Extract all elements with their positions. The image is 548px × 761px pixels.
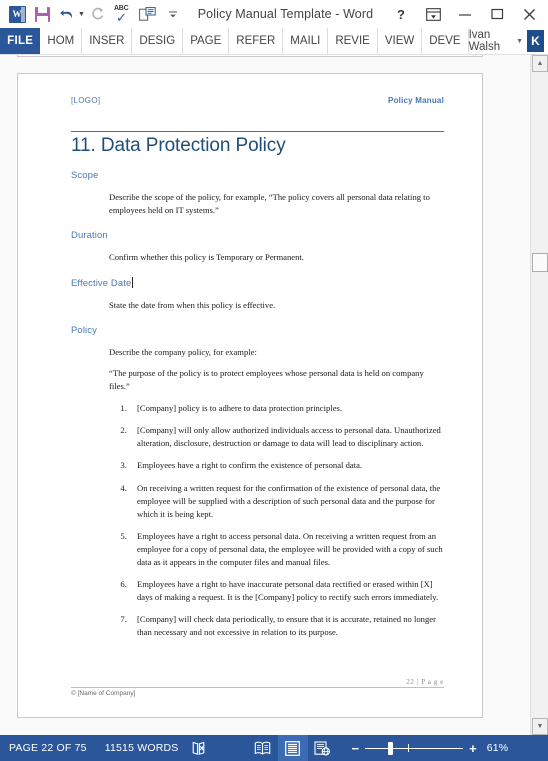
section-heading-effective-date-text: Effective Date: [71, 278, 132, 290]
read-mode-view-button[interactable]: [248, 735, 278, 761]
zoom-out-button[interactable]: −: [352, 742, 360, 755]
ribbon-display-options-icon[interactable]: [418, 2, 448, 26]
word-count[interactable]: 11515 WORDS: [96, 742, 188, 754]
policy-numbered-list: [Company] policy is to adhere to data pr…: [129, 402, 444, 639]
tab-file[interactable]: FILE: [0, 28, 41, 54]
document-footer: 22 | P a g e © [Name of Company]: [71, 678, 444, 697]
section-heading-scope: Scope: [71, 169, 99, 181]
zoom-slider-track: [365, 748, 464, 749]
footer-page-number: 22 | P a g e: [406, 678, 444, 686]
customize-quick-access-icon[interactable]: [161, 2, 185, 26]
previous-page-edge: [17, 55, 483, 57]
avatar[interactable]: K: [527, 30, 544, 52]
section-heading-policy: Policy: [71, 325, 97, 337]
tab-page-layout[interactable]: PAGE: [183, 28, 230, 54]
document-canvas: [LOGO] Policy Manual 11. Data Protection…: [0, 55, 530, 735]
footer-company: © [Name of Company]: [71, 690, 136, 697]
zoom-level[interactable]: 61%: [477, 742, 509, 754]
scroll-down-icon[interactable]: ▼: [532, 718, 548, 735]
scroll-up-icon[interactable]: ▲: [532, 55, 548, 72]
page-title: 11. Data Protection Policy: [71, 135, 286, 156]
section-body-duration: Confirm whether this policy is Temporary…: [109, 251, 304, 262]
undo-dropdown-caret[interactable]: ▼: [78, 11, 85, 18]
tab-mailings[interactable]: MAILI: [283, 28, 329, 54]
list-item: [Company] will check data periodically, …: [129, 613, 444, 639]
proofing-errors-icon[interactable]: [188, 735, 214, 761]
account-dropdown-caret[interactable]: ▼: [516, 38, 523, 45]
view-buttons-group: [248, 735, 338, 761]
section-body-effective-date: State the date from when this policy is …: [109, 300, 276, 311]
tab-developer[interactable]: DEVE: [422, 28, 469, 54]
page-indicator[interactable]: PAGE 22 OF 75: [0, 742, 96, 754]
word-app-icon-letter: W: [12, 8, 22, 19]
spelling-icon[interactable]: ABC ✓: [111, 2, 135, 26]
tab-design[interactable]: DESIG: [132, 28, 184, 54]
account-area: Ivan Walsh ▼ K: [469, 28, 548, 54]
window-title: Policy Manual Template - Word: [197, 7, 374, 21]
print-layout-view-button[interactable]: [277, 735, 308, 761]
section-heading-duration: Duration: [71, 229, 108, 241]
zoom-control: − +: [352, 741, 477, 755]
tab-review[interactable]: REVIE: [328, 28, 378, 54]
maximize-icon[interactable]: [482, 2, 512, 26]
vertical-scrollbar[interactable]: ▲ ▼: [530, 55, 548, 735]
header-right-label: Policy Manual: [388, 96, 444, 105]
zoom-slider-midpoint: [408, 744, 410, 752]
ribbon-tab-bar: FILE HOM INSER DESIG PAGE REFER MAILI RE…: [0, 28, 548, 55]
zoom-slider-thumb[interactable]: [388, 742, 394, 755]
touch-mouse-mode-icon[interactable]: [136, 2, 160, 26]
section-body-policy-1: Describe the company policy, for example…: [109, 347, 257, 358]
help-icon[interactable]: ?: [386, 2, 416, 26]
close-icon[interactable]: [514, 2, 544, 26]
tab-view[interactable]: VIEW: [378, 28, 423, 54]
document-page[interactable]: [LOGO] Policy Manual 11. Data Protection…: [17, 73, 483, 718]
section-heading-effective-date: Effective Date: [71, 277, 134, 290]
tab-home[interactable]: HOM: [40, 28, 83, 54]
web-layout-view-button[interactable]: [308, 735, 338, 761]
redo-icon[interactable]: [86, 2, 110, 26]
spelling-icon-check: ✓: [115, 10, 127, 25]
list-item: [Company] will only allow authorized ind…: [129, 424, 444, 450]
save-icon[interactable]: [30, 2, 54, 26]
list-item: [Company] policy is to adhere to data pr…: [129, 402, 444, 415]
section-body-policy-2: “The purpose of the policy is to protect…: [109, 368, 424, 392]
quick-access-toolbar: W ▼ ABC ✓: [0, 2, 185, 26]
title-bar: W ▼ ABC ✓ Policy Manual Template - Word …: [0, 0, 548, 28]
window-controls: ?: [386, 2, 548, 26]
document-header: [LOGO] Policy Manual: [71, 96, 444, 105]
title-rule: [71, 131, 444, 132]
list-item: Employees have a right to access persona…: [129, 530, 444, 569]
minimize-icon[interactable]: [450, 2, 480, 26]
word-app-icon[interactable]: W: [5, 2, 29, 26]
list-item: Employees have a right to have inaccurat…: [129, 578, 444, 604]
logo-placeholder: [LOGO]: [71, 96, 101, 105]
status-bar: PAGE 22 OF 75 11515 WORDS − + 61%: [0, 735, 548, 761]
scrollbar-thumb[interactable]: [532, 253, 548, 272]
undo-icon[interactable]: [55, 2, 79, 26]
list-item: Employees have a right to confirm the ex…: [129, 459, 444, 472]
account-name[interactable]: Ivan Walsh: [469, 29, 513, 53]
zoom-in-button[interactable]: +: [469, 742, 477, 755]
tab-references[interactable]: REFER: [229, 28, 284, 54]
tab-insert[interactable]: INSER: [82, 28, 133, 54]
list-item: On receiving a written request for the c…: [129, 482, 444, 521]
section-body-scope: Describe the scope of the policy, for ex…: [109, 191, 430, 215]
zoom-slider[interactable]: [365, 741, 464, 755]
text-cursor: [132, 277, 134, 289]
